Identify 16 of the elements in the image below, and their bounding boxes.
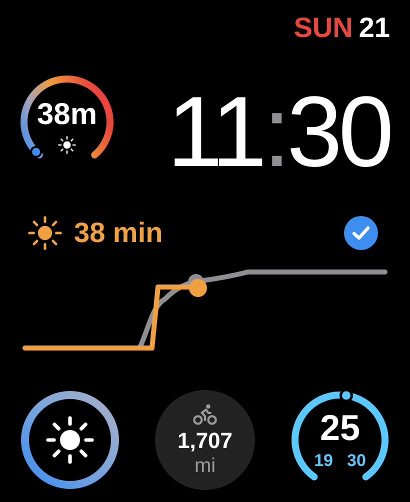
low-temperature: 19 xyxy=(314,452,333,469)
sun-icon xyxy=(58,136,76,154)
weekday: SUN xyxy=(294,14,353,42)
high-temperature: 30 xyxy=(347,452,366,469)
daylight-value: 38m xyxy=(36,100,98,130)
sun-icon xyxy=(28,216,62,250)
distance-complication[interactable]: 1,707 mi xyxy=(155,390,255,490)
day-number: 21 xyxy=(358,14,390,42)
uv-ring[interactable] xyxy=(20,390,120,490)
daylight-goal: 38 min xyxy=(74,219,163,247)
temperature-value: 25 xyxy=(320,410,360,446)
distance-unit: mi xyxy=(194,454,216,480)
clock-time: 11:30 xyxy=(167,82,390,182)
distance-value: 1,707 xyxy=(177,426,233,454)
sun-icon xyxy=(46,416,94,464)
current-marker xyxy=(189,279,207,297)
